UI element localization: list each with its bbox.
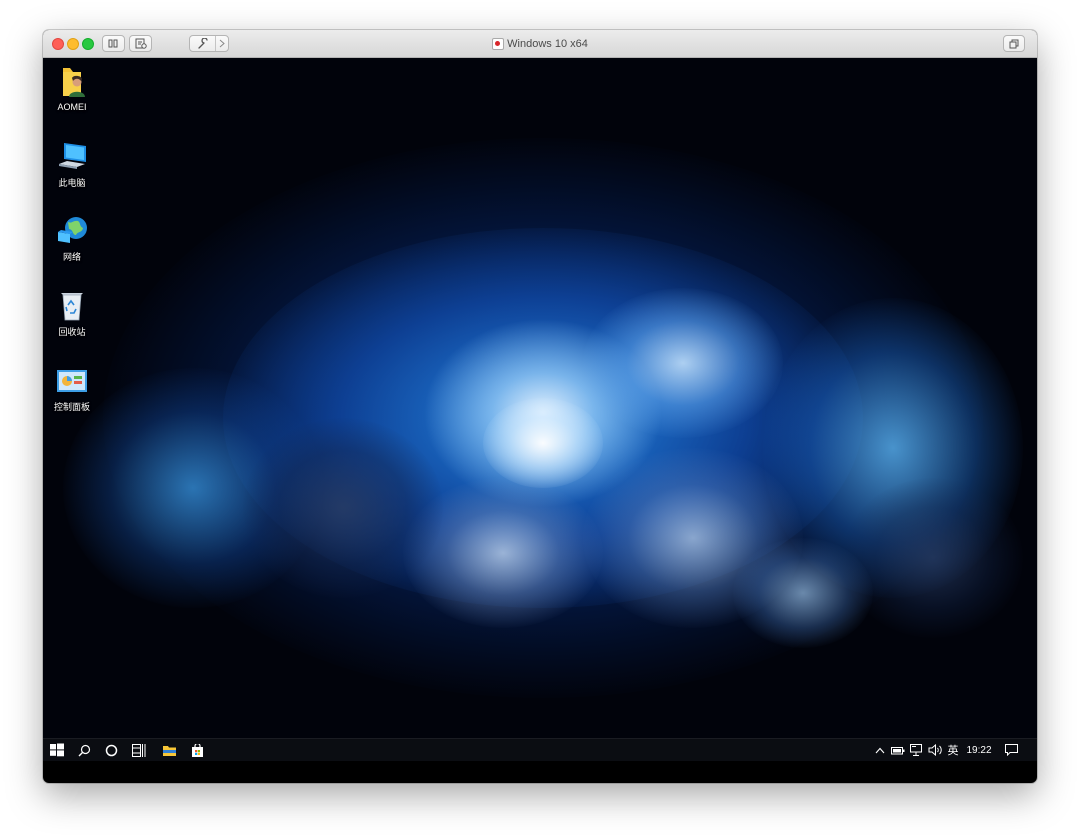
desktop-icon-aomei[interactable]: AOMEI [47,66,97,112]
show-hidden-icons-button[interactable] [873,739,887,761]
search-button[interactable] [74,739,94,761]
network-icon [909,744,922,756]
search-icon [78,744,90,756]
desktop-icon-this-pc[interactable]: 此电脑 [47,140,97,189]
desktop-icon-network[interactable]: 网络 [47,214,97,263]
clock[interactable]: 19:22 [963,739,995,761]
window-title-text: Windows 10 x64 [507,38,588,50]
file-explorer-button[interactable] [159,739,179,761]
input-method-indicator[interactable]: 英 [945,739,961,761]
battery-icon [891,746,905,754]
recycle-bin-icon [55,289,89,323]
desktop-icon-label: 此电脑 [58,178,86,188]
restore-size-button[interactable] [1003,35,1025,52]
window-title: Windows 10 x64 [43,30,1037,58]
notification-icon [1004,744,1018,756]
volume-icon [928,744,942,756]
folder-user-icon [55,66,89,100]
action-center-button[interactable] [1001,739,1021,761]
desktop-icon-recycle-bin[interactable]: 回收站 [47,289,97,338]
restore-icon [1009,39,1018,48]
computer-icon [55,140,89,174]
task-view-button[interactable] [129,739,149,761]
start-button[interactable] [47,739,67,761]
task-view-icon [132,743,146,757]
store-button[interactable] [187,739,207,761]
window-titlebar[interactable]: Windows 10 x64 [43,30,1037,58]
desktop[interactable]: AOMEI 此电脑 网络 回收站 控制面板 英 19:22 [43,58,1037,761]
network-status-button[interactable] [908,739,925,761]
desktop-icon-label: 控制面板 [53,402,90,412]
cortana-icon [105,744,117,756]
desktop-icon-label: 网络 [62,252,81,262]
file-explorer-icon [162,745,176,756]
store-icon [191,743,203,757]
cortana-button[interactable] [101,739,121,761]
battery-button[interactable] [890,739,906,761]
chevron-up-icon [875,747,885,753]
control-panel-icon [55,364,89,398]
desktop-icon-label: AOMEI [57,102,87,112]
start-icon [50,743,64,757]
vm-window: Windows 10 x64 AOMEI 此电脑 网络 回收站 控制面板 英 1… [43,30,1037,783]
desktop-icon-label: 回收站 [58,327,86,337]
desktop-icon-control-panel[interactable]: 控制面板 [47,364,97,413]
wallpaper [43,58,1037,761]
vm-icon [492,38,505,50]
network-icon [55,214,89,248]
volume-button[interactable] [927,739,944,761]
taskbar: 英 19:22 [43,738,1037,761]
